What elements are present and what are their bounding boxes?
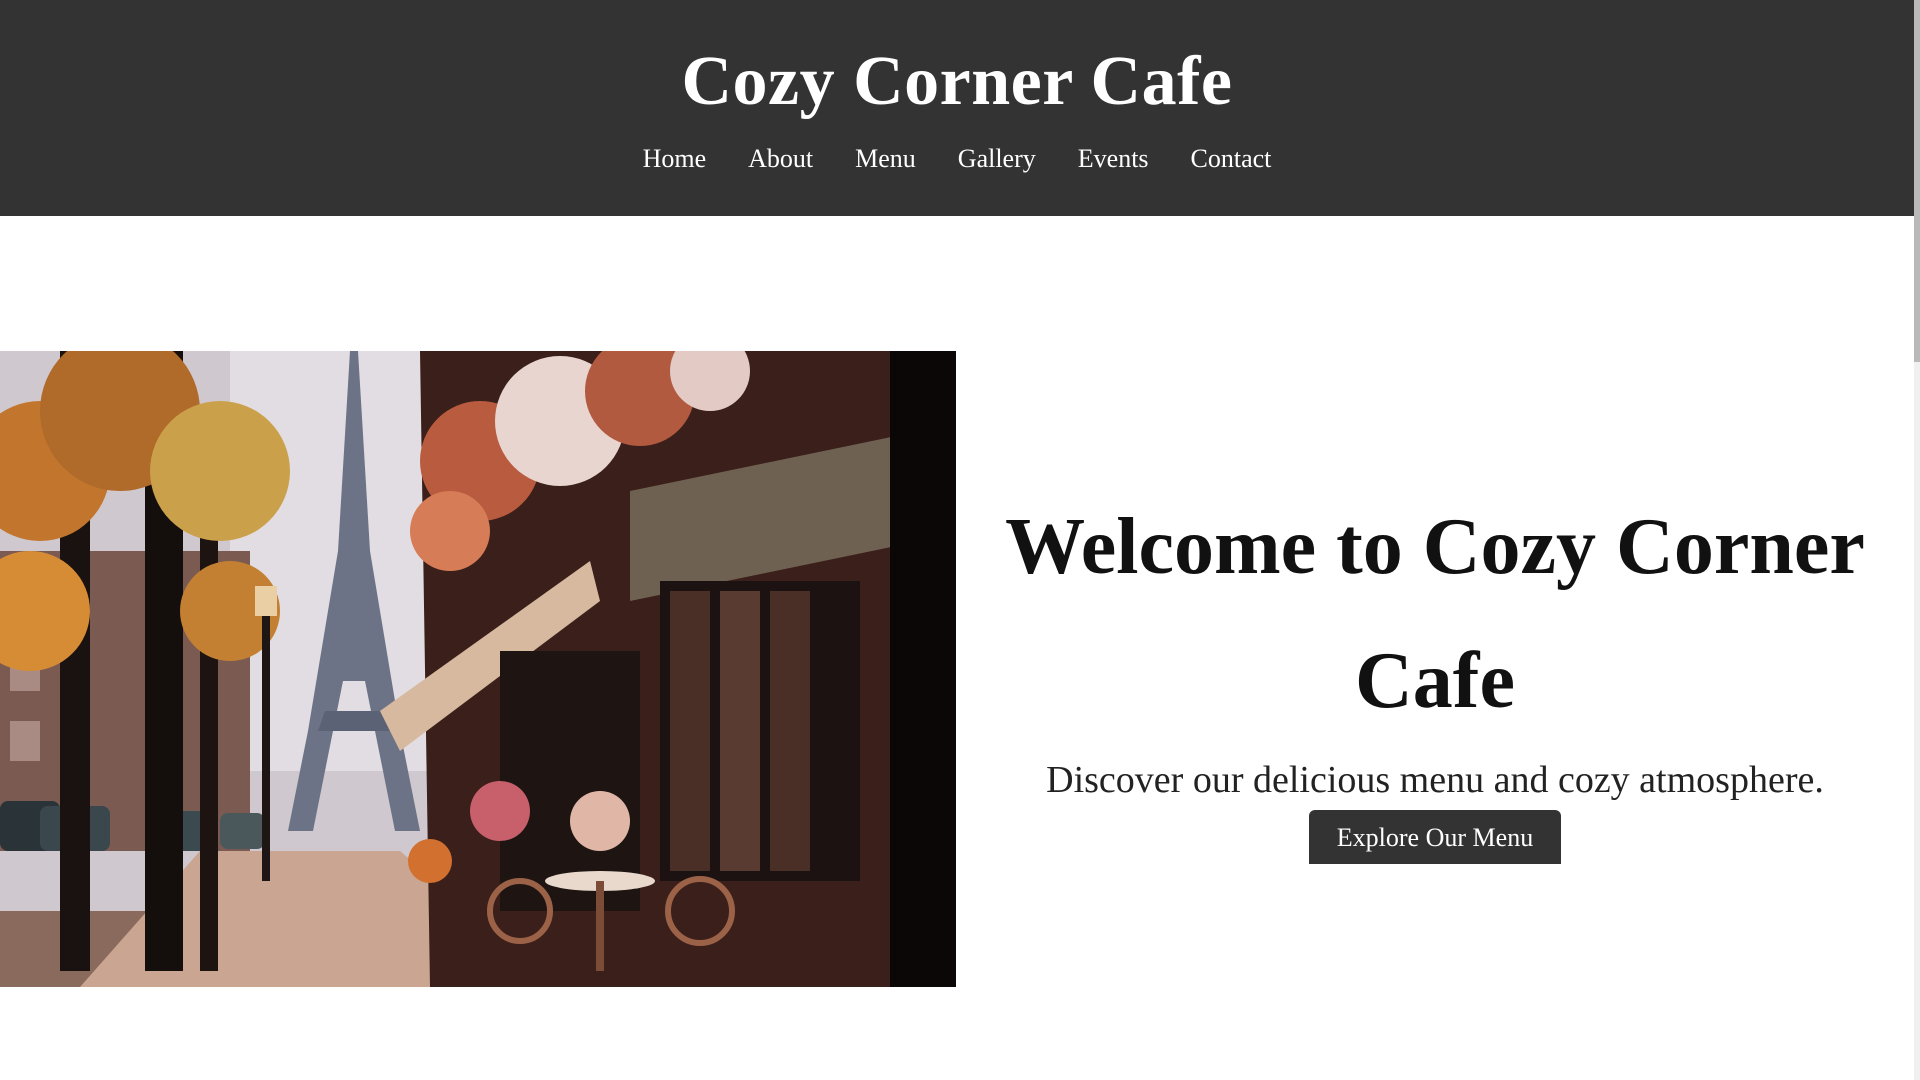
hero-heading: Welcome to Cozy Corner Cafe [1005, 503, 1865, 725]
nav-menu-link[interactable]: Menu [855, 144, 916, 174]
nav-gallery-link[interactable]: Gallery [958, 144, 1036, 174]
main-nav: Home About Menu Gallery Events Contact [0, 144, 1914, 174]
scrollbar-thumb[interactable] [1914, 0, 1920, 362]
nav-about-link[interactable]: About [748, 144, 813, 174]
nav-events-link[interactable]: Events [1078, 144, 1149, 174]
vertical-scrollbar[interactable] [1914, 0, 1920, 1080]
nav-home-link[interactable]: Home [643, 144, 707, 174]
hero-subheading: Discover our delicious menu and cozy atm… [1046, 759, 1824, 801]
nav-contact-link[interactable]: Contact [1191, 144, 1272, 174]
hero-text: Welcome to Cozy Corner Cafe Discover our… [970, 480, 1900, 864]
paris-cafe-illustration [0, 351, 956, 987]
hero-image [0, 351, 956, 987]
site-title: Cozy Corner Cafe [681, 43, 1233, 120]
site-header: Cozy Corner Cafe Home About Menu Gallery… [0, 0, 1914, 216]
explore-menu-button[interactable]: Explore Our Menu [1308, 810, 1562, 864]
page: Cozy Corner Cafe Home About Menu Gallery… [0, 0, 1920, 1080]
